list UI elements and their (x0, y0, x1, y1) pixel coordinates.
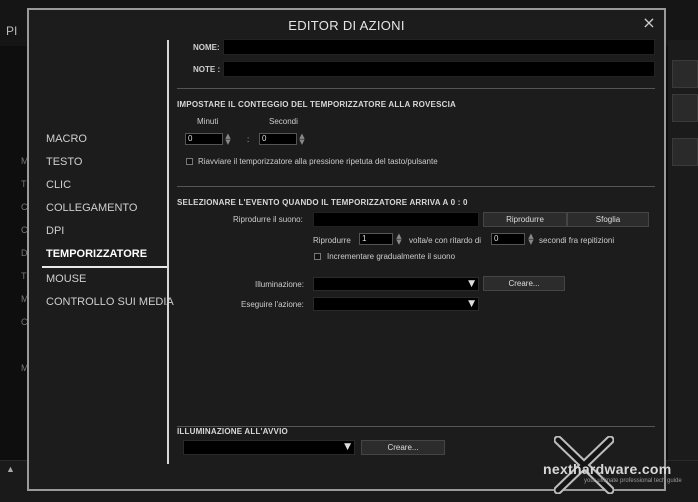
action-type-sidebar: MACRO TESTO CLIC COLLEGAMENTO DPI TEMPOR… (42, 128, 174, 314)
name-label: NOME: (193, 43, 220, 52)
background-right-button[interactable] (672, 138, 698, 166)
sidebar-item-mouse[interactable]: MOUSE (42, 268, 168, 291)
watermark-logo: nexthardware.com your ultimate professio… (540, 436, 695, 494)
countdown-section-title: IMPOSTARE IL CONTEGGIO DEL TEMPORIZZATOR… (177, 100, 457, 109)
watermark-brand: nexthardware.com (543, 461, 672, 477)
sound-file-field[interactable] (313, 212, 479, 227)
seconds-input[interactable]: 0 (259, 133, 297, 145)
fade-sound-checkbox[interactable] (314, 253, 321, 260)
note-label: NOTE : (193, 65, 221, 74)
sidebar-item-controllo-media[interactable]: CONTROLLO SUI MEDIA (42, 291, 174, 314)
note-field[interactable] (223, 61, 655, 77)
restart-timer-checkbox[interactable] (186, 158, 193, 165)
background-title: PI (6, 24, 18, 38)
dropdown-arrow-icon: ▼ (468, 299, 475, 309)
dropdown-arrow-icon: ▼ (468, 279, 475, 289)
event-section-title: SELEZIONARE L'EVENTO QUANDO IL TEMPORIZZ… (177, 198, 468, 207)
repeat-prefix-label: Riprodurre (313, 236, 351, 245)
dropdown-arrow-icon: ▼ (344, 442, 351, 452)
restart-timer-label: Riavviare il temporizzatore alla pressio… (198, 157, 438, 166)
sidebar-item-temporizzatore[interactable]: TEMPORIZZATORE (42, 243, 168, 268)
watermark-tagline: your ultimate professional tech guide (584, 478, 682, 484)
scroll-up-icon[interactable]: ▲ (6, 464, 15, 474)
sidebar-item-macro[interactable]: MACRO (42, 128, 168, 151)
seconds-label: Secondi (269, 117, 298, 126)
sidebar-item-dpi[interactable]: DPI (42, 220, 168, 243)
lighting-dropdown[interactable]: ▼ (313, 277, 479, 291)
name-field[interactable] (223, 39, 655, 55)
minutes-label: Minuti (197, 117, 219, 126)
startup-lighting-dropdown[interactable]: ▼ (183, 440, 355, 455)
section-divider (177, 186, 655, 187)
sidebar-divider (167, 40, 169, 464)
play-sound-label: Riprodurre il suono: (233, 215, 303, 224)
play-sound-button[interactable]: Riprodurre (483, 212, 567, 227)
create-lighting-button[interactable]: Creare... (483, 276, 565, 291)
action-dropdown[interactable]: ▼ (313, 297, 479, 311)
seconds-spinner-icon[interactable]: ▲ ▼ (299, 133, 305, 146)
background-right-button[interactable] (672, 60, 698, 88)
minutes-input[interactable]: 0 (185, 133, 223, 145)
delay-input[interactable]: 0 (491, 233, 525, 245)
action-label: Eseguire l'azione: (241, 300, 304, 309)
browse-button[interactable]: Sfoglia (567, 212, 649, 227)
timer-settings-panel: NOME: NOTE : IMPOSTARE IL CONTEGGIO DEL … (177, 10, 657, 489)
startup-lighting-title: ILLUMINAZIONE ALL'AVVIO (177, 427, 288, 436)
action-editor-dialog: EDITOR DI AZIONI × MACRO TESTO CLIC COLL… (27, 8, 666, 491)
minutes-spinner-icon[interactable]: ▲ ▼ (225, 133, 231, 146)
section-divider (177, 88, 655, 89)
time-separator: : (247, 135, 250, 144)
sidebar-item-testo[interactable]: TESTO (42, 151, 168, 174)
sidebar-item-collegamento[interactable]: COLLEGAMENTO (42, 197, 168, 220)
repeat-spinner-icon[interactable]: ▲ ▼ (396, 233, 402, 246)
fade-sound-label: Incrementare gradualmente il suono (327, 252, 456, 261)
lighting-label: Illuminazione: (255, 280, 304, 289)
background-right-button[interactable] (672, 94, 698, 122)
repeat-suffix-label: secondi fra repitizioni (539, 236, 615, 245)
create-startup-lighting-button[interactable]: Creare... (361, 440, 445, 455)
repeat-count-input[interactable]: 1 (359, 233, 393, 245)
sidebar-item-clic[interactable]: CLIC (42, 174, 168, 197)
repeat-delay-label: volta/e con ritardo di (409, 236, 482, 245)
delay-spinner-icon[interactable]: ▲ ▼ (528, 233, 534, 246)
